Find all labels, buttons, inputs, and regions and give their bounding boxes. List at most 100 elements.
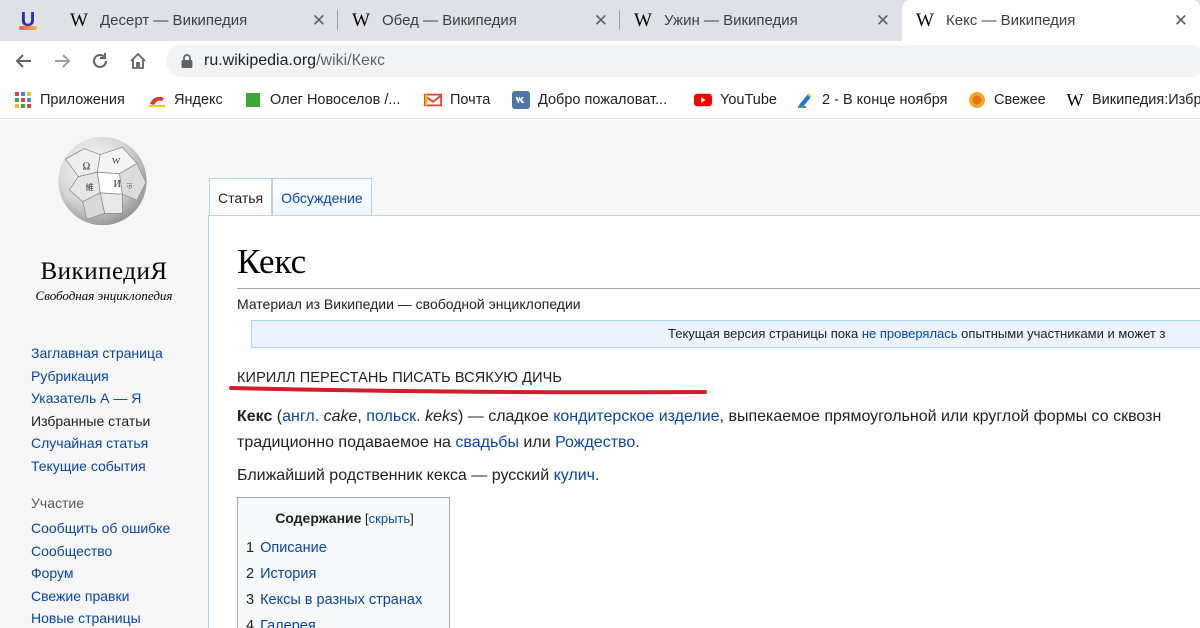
url-host: ru.wikipedia.org [204,52,317,69]
back-button[interactable] [10,47,38,75]
second-paragraph: Ближайший родственник кекса — русский ку… [237,463,599,489]
browser-toolbar: ru.wikipedia.org/wiki/Кекс [0,41,1200,81]
link-confectionery[interactable]: кондитерское изделие [553,408,719,425]
toc-item[interactable]: 4 Галерея [246,618,316,628]
toc-link[interactable]: История [260,566,316,582]
forward-button[interactable] [48,47,76,75]
svg-text:維: 維 [86,182,94,192]
toc-link[interactable]: Галерея [260,618,316,628]
wikipedia-wordmark[interactable]: ВикипедиЯ [0,258,208,286]
sidebar-item-featured[interactable]: Избранные статьи [31,410,201,433]
document-icon [796,91,814,109]
sidebar-item-index[interactable]: Указатель А — Я [31,387,201,410]
link-polish[interactable]: польск. [366,408,420,425]
sidebar-item-community[interactable]: Сообщество [31,540,201,563]
arrow-right-icon [55,54,71,68]
home-button[interactable] [124,47,152,75]
toc-link[interactable]: Описание [260,540,327,556]
text: . [635,434,640,451]
wikipedia-icon: W [1066,89,1084,110]
toc-link[interactable]: Кексы в разных странах [260,592,422,608]
sidebar-item-random[interactable]: Случайная статья [31,432,201,455]
sidebar-item-forum[interactable]: Форум [31,562,201,585]
tab-close-icon[interactable]: ✕ [594,11,608,31]
bookmark-youtube[interactable]: YouTube [694,81,777,119]
toc-number: 3 [246,592,255,608]
text: ] [410,511,414,526]
bookmark-label: Википедия:Избр [1092,92,1200,108]
toc-item[interactable]: 2 История [246,566,316,582]
lead-paragraph-line2: традиционно подаваемое на свадьбы или Ро… [237,430,640,456]
text: , выпекаемое прямоугольной или круглой ф… [719,408,1162,425]
green-square-icon [244,91,262,109]
extension-u-icon: U [18,9,38,31]
bookmark-document[interactable]: 2 - В конце ноября [796,81,947,119]
wikipedia-tagline: Свободная энциклопедия [35,288,173,303]
bookmark-fresh[interactable]: Свежее [968,81,1046,119]
bookmark-label: Яндекс [174,92,223,108]
svg-text:W: W [112,155,121,165]
sidebar-item-new-pages[interactable]: Новые страницы [31,607,201,628]
bookmarks-bar: Приложения Яндекс Олег Новоселов /... По… [0,81,1200,119]
toc-title: Содержание [275,510,362,526]
puzzle-globe-icon: Ω W 維 И ত [58,136,147,226]
bookmark-apps[interactable]: Приложения [14,81,125,119]
sidebar-item-main-page[interactable]: Заглавная страница [31,342,201,365]
bookmark-label: Почта [450,92,491,108]
link-kulich[interactable]: кулич [554,467,595,484]
reload-button[interactable] [86,47,114,75]
title-divider [237,288,1200,289]
bookmark-oleg[interactable]: Олег Новоселов /... [244,81,400,119]
tab-close-icon[interactable]: ✕ [312,11,326,31]
tab-dessert[interactable]: W Десерт — Википедия ✕ [56,0,338,41]
toc-item[interactable]: 1 Описание [246,540,327,556]
toc-number: 4 [246,618,255,628]
youtube-icon [694,91,712,109]
notice-link[interactable]: не проверялась [862,326,958,341]
sidebar-item-categories[interactable]: Рубрикация [31,365,201,388]
tab-close-icon[interactable]: ✕ [1174,11,1188,31]
bookmark-mail[interactable]: Почта [424,81,490,119]
tab-lunch[interactable]: W Обед — Википедия ✕ [338,0,620,41]
tab-talk[interactable]: Обсуждение [272,178,372,216]
bookmark-label: Свежее [994,92,1046,108]
reload-icon [93,53,107,68]
link-english[interactable]: англ. [282,408,319,425]
sidebar-item-current-events[interactable]: Текущие события [31,455,201,478]
tab-article[interactable]: Статья [209,178,273,216]
notice-text: Текущая версия страницы пока [668,326,862,341]
wikipedia-favicon-icon: W [916,9,934,31]
toc-hide-toggle[interactable]: скрыть [369,511,411,526]
tab-title: Кекс — Википедия [946,12,1076,29]
bookmark-wikipedia[interactable]: W Википедия:Избр [1066,81,1200,119]
italic-cake: cake [323,408,358,425]
tab-title: Десерт — Википедия [100,12,248,29]
link-christmas[interactable]: Рождество [555,434,635,451]
lead-paragraph: Кекс (англ. cake, польск. keks) — сладко… [237,404,1161,430]
yandex-icon [148,91,166,109]
sidebar-item-recent-changes[interactable]: Свежие правки [31,585,201,608]
bookmark-vk[interactable]: Добро пожаловат... [512,81,667,119]
tab-dinner[interactable]: W Ужин — Википедия ✕ [620,0,902,41]
address-bar[interactable]: ru.wikipedia.org/wiki/Кекс [166,45,1200,77]
text: [ [361,511,369,526]
tab-close-icon[interactable]: ✕ [876,11,890,31]
arrow-left-icon [15,54,31,68]
article-content: Кекс Материал из Википедии — свободной э… [208,215,1200,628]
text: , [357,408,367,425]
link-weddings[interactable]: свадьбы [455,434,519,451]
page-tabs: Статья Обсуждение [209,178,372,216]
text: традиционно подаваемое на [237,434,456,451]
tab-keks-active[interactable]: W Кекс — Википедия ✕ [902,0,1200,41]
sidebar-item-report-error[interactable]: Сообщить об ошибке [31,517,201,540]
toc-item[interactable]: 3 Кексы в разных странах [246,592,422,608]
bookmark-yandex[interactable]: Яндекс [148,81,223,119]
toc-heading: Содержание [скрыть] [238,510,451,526]
site-subtitle: Материал из Википедии — свободной энцикл… [237,296,581,312]
extension-tab[interactable]: U [0,0,56,41]
bookmark-label: Приложения [40,92,125,108]
notice-text: опытными участниками и может з [957,326,1166,341]
svg-text:Ω: Ω [83,161,91,172]
lock-icon [181,54,193,68]
bookmark-label: Добро пожаловат... [538,92,668,108]
